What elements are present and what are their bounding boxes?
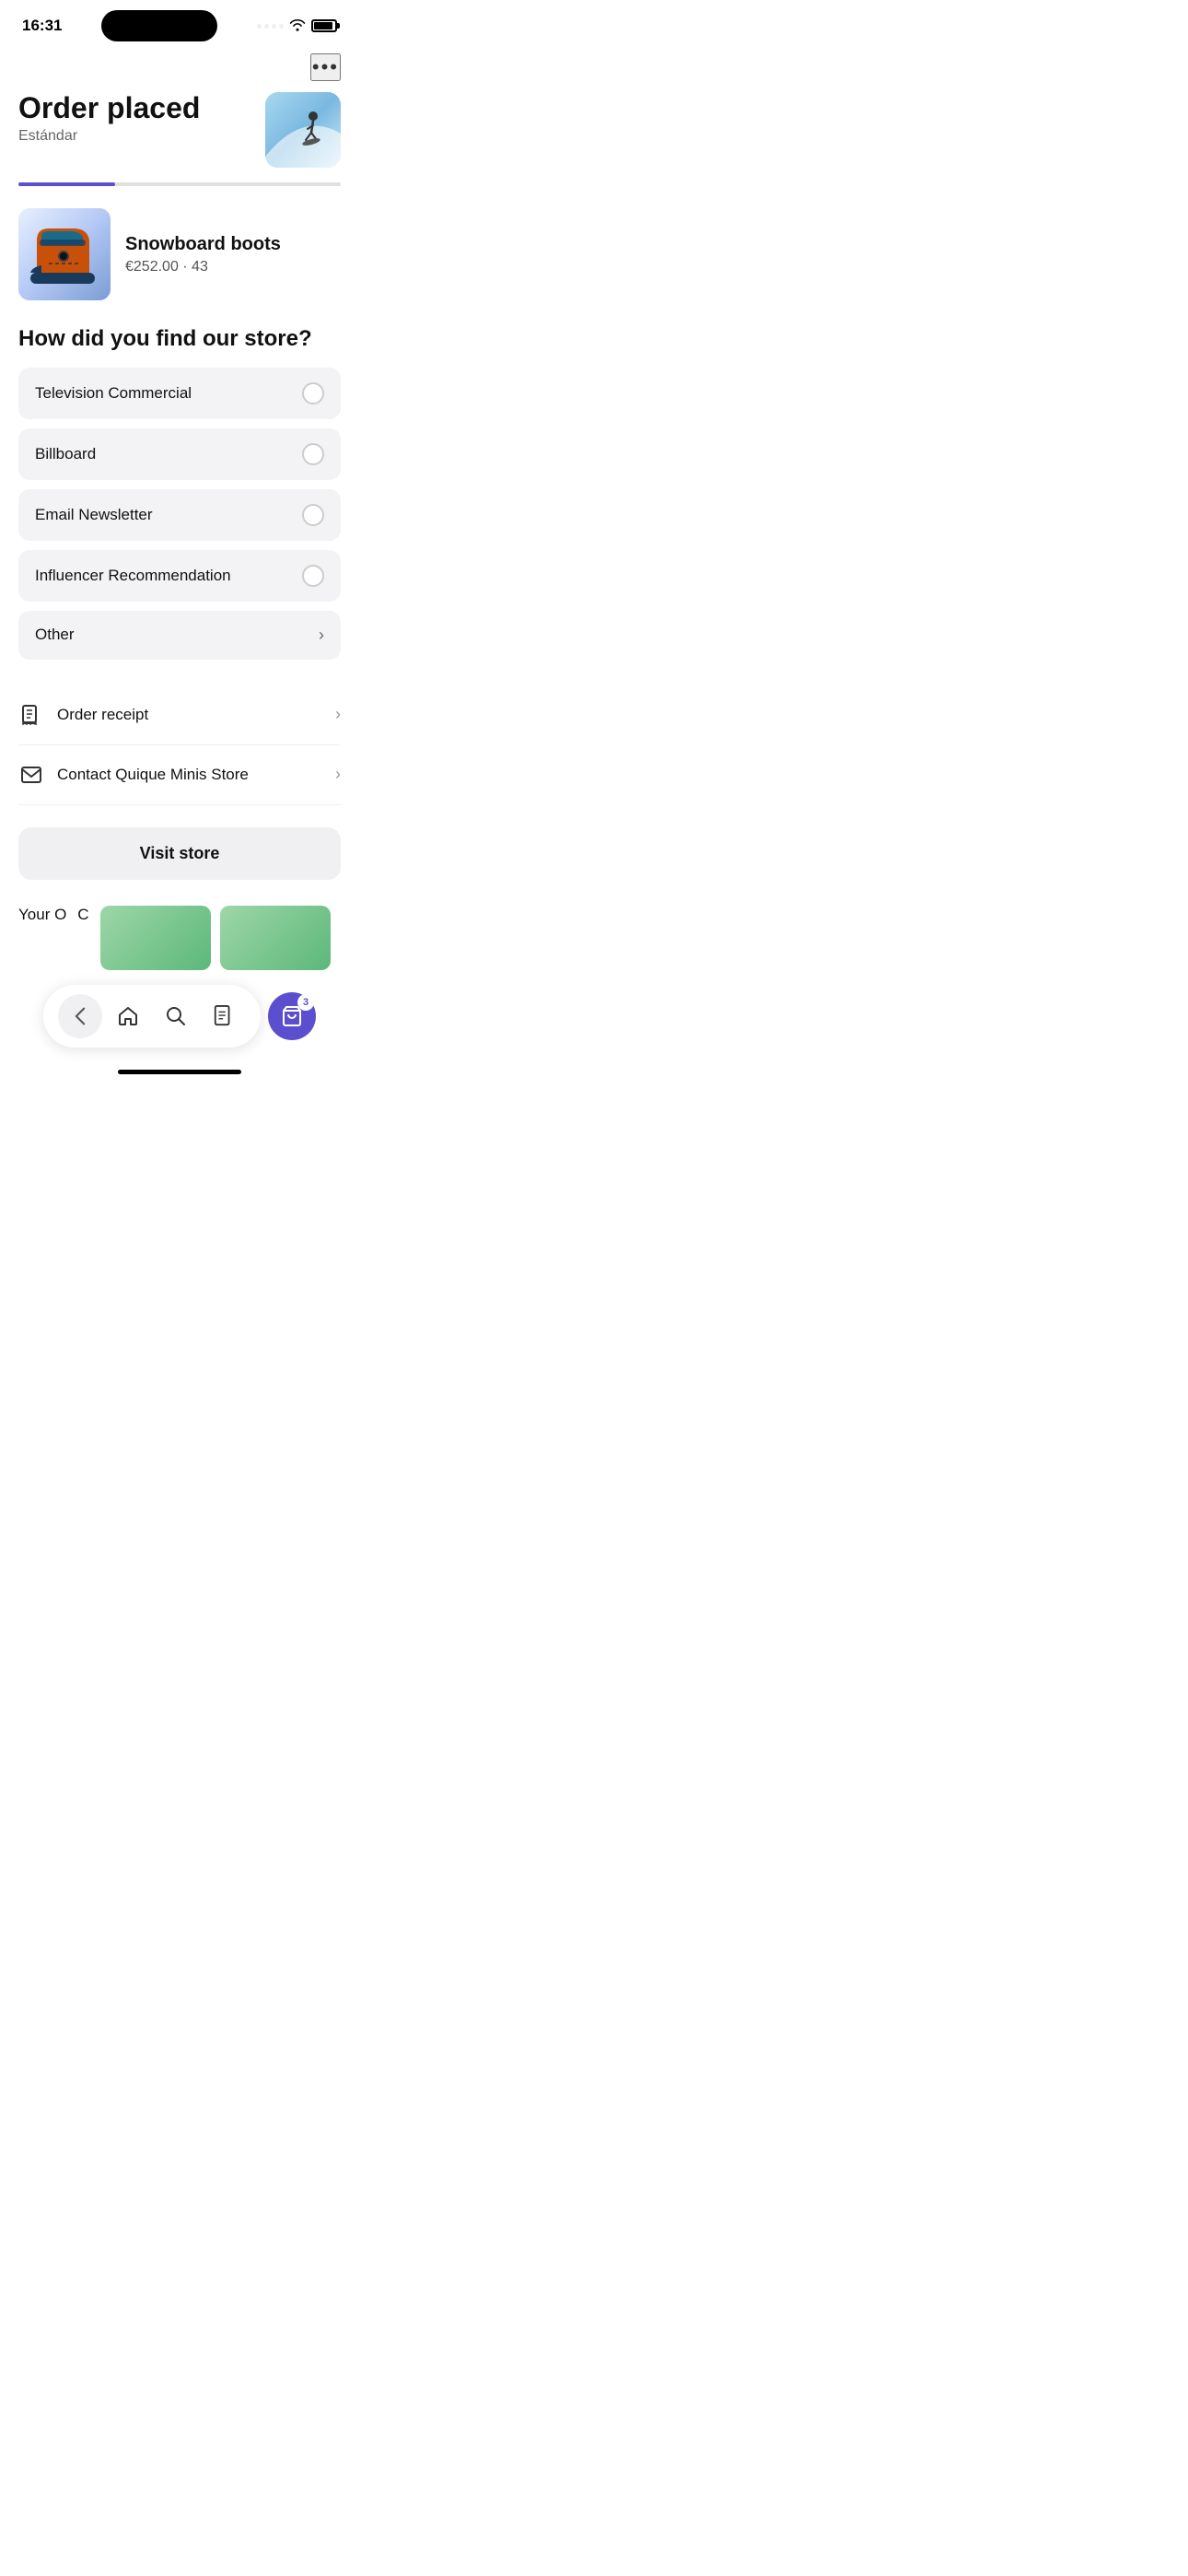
- product-image: [18, 208, 111, 300]
- nav-pill: [43, 985, 261, 1048]
- survey-option-email-radio[interactable]: [302, 504, 324, 526]
- survey-question: How did you find our store?: [18, 326, 341, 353]
- home-button[interactable]: [106, 994, 150, 1038]
- action-item-receipt[interactable]: Order receipt ›: [18, 685, 341, 745]
- survey-option-tv[interactable]: Television Commercial: [18, 368, 341, 419]
- survey-option-tv-radio[interactable]: [302, 382, 324, 404]
- survey-option-other[interactable]: Other ›: [18, 611, 341, 660]
- survey-options: Television Commercial Billboard Email Ne…: [18, 368, 341, 660]
- visit-store-button[interactable]: Visit store: [18, 827, 341, 880]
- more-button[interactable]: •••: [310, 53, 341, 81]
- top-bar: •••: [0, 46, 359, 88]
- bottom-peek-section: Your O C: [0, 895, 359, 978]
- action-label-contact: Contact Quique Minis Store: [57, 766, 249, 784]
- survey-option-email-label: Email Newsletter: [35, 506, 153, 524]
- survey-section: How did you find our store? Television C…: [0, 319, 359, 678]
- product-name: Snowboard boots: [125, 234, 281, 255]
- action-chevron-contact: ›: [335, 765, 341, 784]
- page-title: Order placed: [18, 92, 200, 124]
- survey-option-billboard-radio[interactable]: [302, 443, 324, 465]
- action-label-receipt: Order receipt: [57, 706, 148, 724]
- survey-option-other-chevron: ›: [319, 626, 324, 645]
- survey-option-billboard-label: Billboard: [35, 445, 96, 463]
- back-button[interactable]: [58, 994, 102, 1038]
- email-icon: [18, 762, 44, 788]
- cart-button[interactable]: 3: [268, 992, 316, 1040]
- product-info: Snowboard boots €252.00 · 43: [125, 234, 281, 275]
- product-details: €252.00 · 43: [125, 259, 281, 275]
- status-time: 16:31: [22, 17, 62, 35]
- receipt-nav-button[interactable]: [202, 994, 246, 1038]
- survey-option-email[interactable]: Email Newsletter: [18, 489, 341, 541]
- action-list: Order receipt › Contact Quique Minis Sto…: [0, 678, 359, 813]
- survey-option-influencer-radio[interactable]: [302, 565, 324, 587]
- peek-card-2: [220, 906, 331, 970]
- peek-cards: [100, 906, 331, 978]
- peek-c-text: C: [77, 906, 88, 924]
- header-left: Order placed Estándar: [18, 92, 200, 145]
- bottom-navigation: 3: [0, 978, 359, 1062]
- action-chevron-receipt: ›: [335, 705, 341, 724]
- peek-card-1: [100, 906, 211, 970]
- survey-option-other-label: Other: [35, 626, 75, 644]
- order-subtitle: Estándar: [18, 128, 200, 145]
- action-item-contact[interactable]: Contact Quique Minis Store ›: [18, 745, 341, 805]
- home-indicator: [118, 1070, 241, 1074]
- survey-option-influencer-label: Influencer Recommendation: [35, 567, 231, 585]
- receipt-icon: [18, 702, 44, 728]
- dynamic-island: [101, 10, 217, 41]
- status-icons: [257, 18, 337, 34]
- survey-option-tv-label: Television Commercial: [35, 384, 192, 403]
- wifi-icon: [289, 18, 306, 34]
- action-left-receipt: Order receipt: [18, 702, 148, 728]
- status-bar: 16:31: [0, 0, 359, 46]
- cart-badge: 3: [297, 994, 314, 1011]
- visit-store-container: Visit store: [0, 813, 359, 895]
- search-button[interactable]: [154, 994, 198, 1038]
- progress-container: [0, 168, 359, 186]
- signal-icon: [257, 24, 284, 29]
- survey-option-billboard[interactable]: Billboard: [18, 428, 341, 480]
- header: Order placed Estándar: [0, 88, 359, 168]
- battery-icon: [311, 19, 337, 32]
- product-section: Snowboard boots €252.00 · 43: [0, 186, 359, 319]
- action-left-contact: Contact Quique Minis Store: [18, 762, 249, 788]
- header-image: [265, 92, 341, 168]
- peek-text: Your O: [18, 906, 66, 924]
- survey-option-influencer[interactable]: Influencer Recommendation: [18, 550, 341, 602]
